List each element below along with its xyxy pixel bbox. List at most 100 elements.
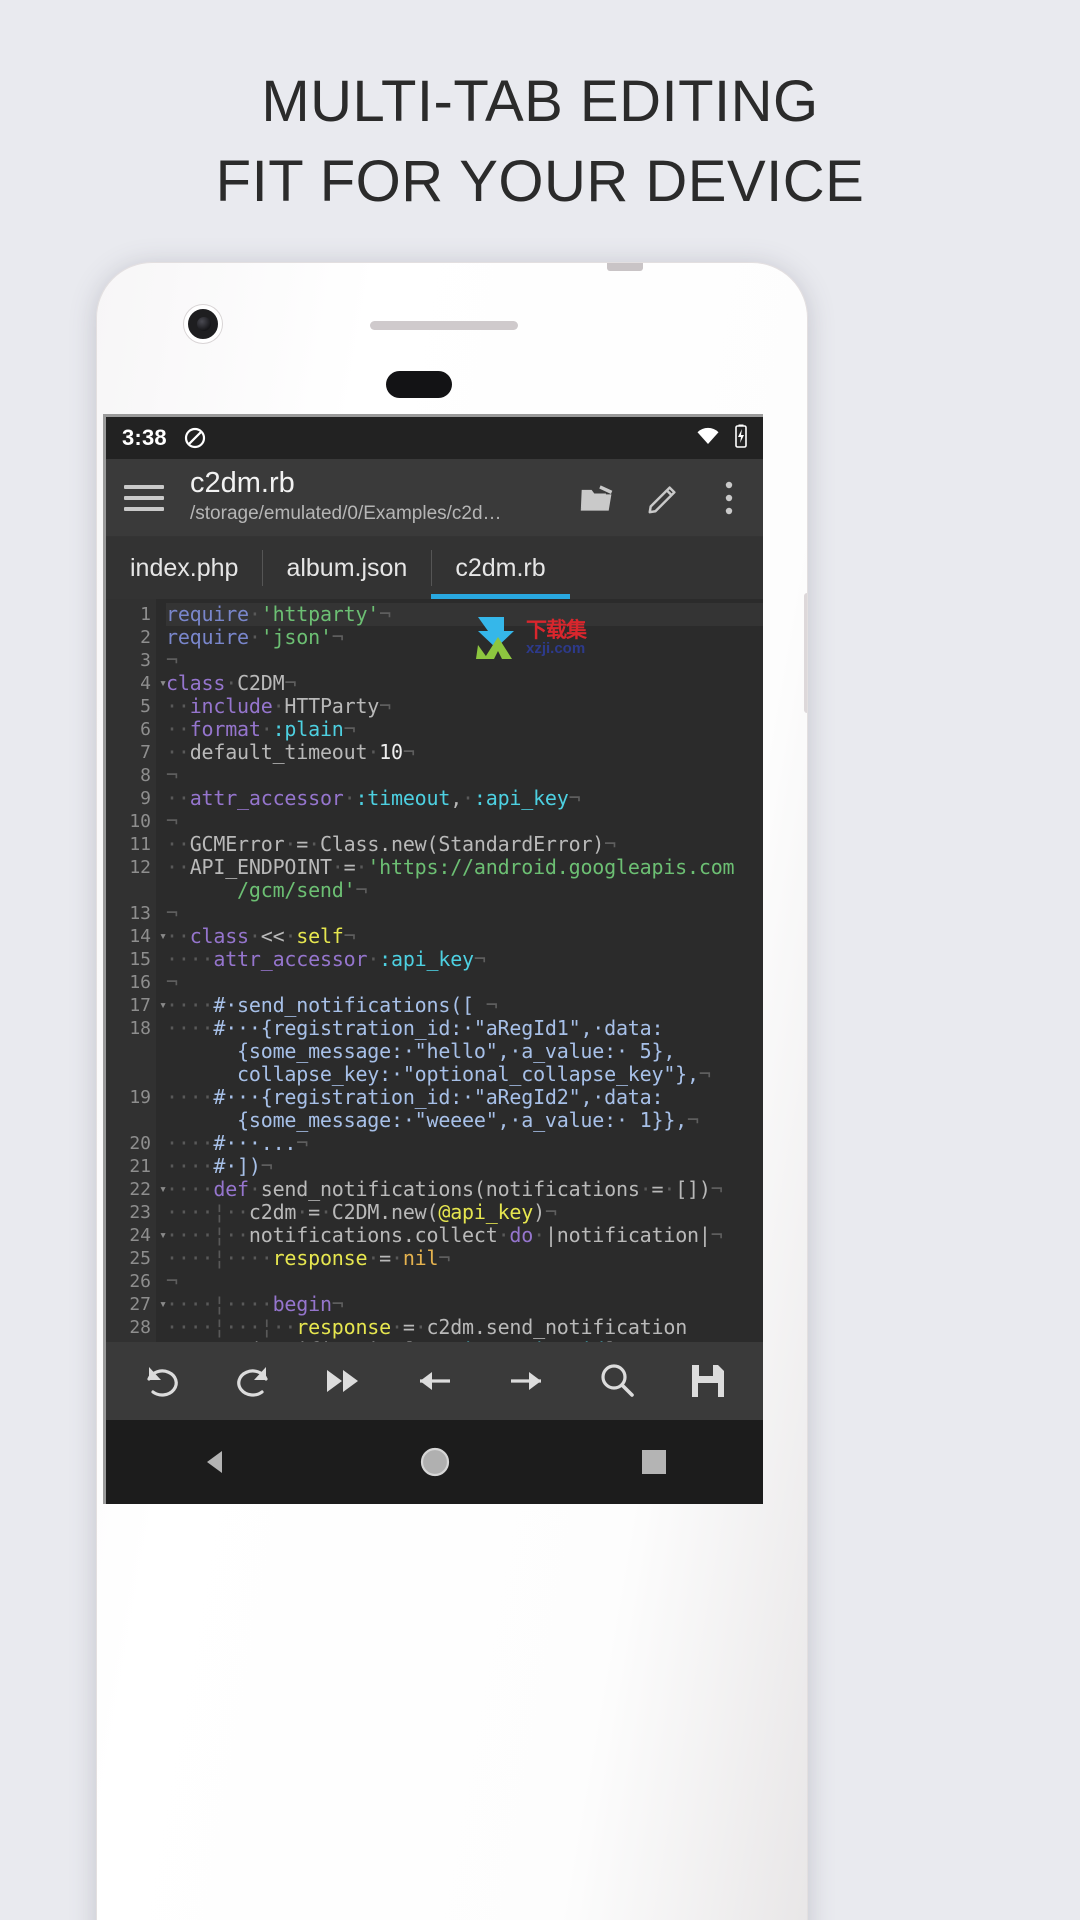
- code-line[interactable]: ····#·send_notifications([ ¬: [166, 994, 763, 1017]
- code-line[interactable]: (notification[:registration_id],·: [166, 1338, 763, 1343]
- back-icon[interactable]: [184, 1430, 248, 1494]
- code-line[interactable]: ¬: [166, 902, 763, 925]
- code-token: ····: [166, 1016, 214, 1040]
- code-token: collapse_key:·"optional_collapse_key"},: [166, 1062, 699, 1086]
- code-editor[interactable]: 1234567891011121314151617181920212223242…: [106, 599, 763, 1342]
- code-token: :api_key: [379, 947, 474, 971]
- code-token: ·: [272, 694, 285, 718]
- save-icon[interactable]: [681, 1354, 735, 1408]
- code-line[interactable]: ··class·<<·self¬: [166, 925, 763, 948]
- line-number: 11: [129, 834, 151, 855]
- line-number: [106, 1040, 156, 1063]
- hamburger-menu-icon[interactable]: [124, 484, 164, 511]
- code-line[interactable]: ¬: [166, 810, 763, 833]
- code-line[interactable]: ····¦··notifications.collect·do·|notific…: [166, 1224, 763, 1247]
- code-token: c2dm.send_notification: [426, 1315, 688, 1339]
- code-line[interactable]: ····#·])¬: [166, 1155, 763, 1178]
- redo-icon[interactable]: [226, 1354, 280, 1408]
- code-token: ····: [166, 1177, 214, 1201]
- code-line[interactable]: ····¦··c2dm·=·C2DM.new(@api_key)¬: [166, 1201, 763, 1224]
- code-token: #···{registration_id:·"aRegId1",·data:: [213, 1016, 664, 1040]
- code-token: ····¦···¦··: [166, 1315, 297, 1339]
- phone-power-button: [607, 263, 643, 271]
- recents-icon[interactable]: [622, 1430, 686, 1494]
- code-token: ·: [225, 671, 238, 695]
- code-token: ],·: [604, 1338, 640, 1343]
- overflow-menu-icon[interactable]: [711, 480, 747, 516]
- code-token: #·]): [213, 1154, 261, 1178]
- code-token: ··: [166, 832, 190, 856]
- arrow-left-icon[interactable]: [408, 1354, 462, 1408]
- code-line[interactable]: ··include·HTTParty¬: [166, 695, 763, 718]
- folder-open-icon[interactable]: [579, 480, 615, 516]
- undo-icon[interactable]: [135, 1354, 189, 1408]
- code-line[interactable]: ··GCMError·=·Class.new(StandardError)¬: [166, 833, 763, 856]
- code-token: =: [651, 1177, 664, 1201]
- code-line[interactable]: /gcm/send'¬: [166, 879, 763, 902]
- code-line[interactable]: ····¦····response·=·nil¬: [166, 1247, 763, 1270]
- do-not-disturb-icon: [183, 426, 207, 450]
- code-line[interactable]: ····attr_accessor·:api_key¬: [166, 948, 763, 971]
- code-line[interactable]: ··attr_accessor·:timeout,·:api_key¬: [166, 787, 763, 810]
- code-line[interactable]: ····#···{registration_id:·"aRegId1",·dat…: [166, 1017, 763, 1040]
- code-token: ··: [166, 740, 190, 764]
- line-number: 2: [140, 627, 151, 648]
- arrow-right-icon[interactable]: [499, 1354, 553, 1408]
- code-line[interactable]: ····#···{registration_id:·"aRegId2",·dat…: [166, 1086, 763, 1109]
- code-token: ¬: [331, 1292, 344, 1316]
- search-icon[interactable]: [590, 1354, 644, 1408]
- edit-pencil-icon[interactable]: [645, 480, 681, 516]
- code-token: ·: [284, 832, 297, 856]
- file-path-label: /storage/emulated/0/Examples/c2d…: [190, 503, 502, 525]
- code-line[interactable]: ····¦····begin¬: [166, 1293, 763, 1316]
- code-token: ····: [166, 947, 214, 971]
- tab-label: index.php: [130, 553, 239, 582]
- code-line[interactable]: ¬: [166, 649, 763, 672]
- code-token: ¬: [687, 1108, 699, 1132]
- code-line[interactable]: ¬: [166, 764, 763, 787]
- code-line[interactable]: ··format·:plain¬: [166, 718, 763, 741]
- code-token: ·: [296, 1200, 309, 1224]
- code-token: ····¦··: [166, 1223, 249, 1247]
- code-token: ··: [166, 924, 190, 948]
- code-line[interactable]: ¬: [166, 1270, 763, 1293]
- home-button[interactable]: [386, 371, 452, 398]
- code-token: ¬: [568, 786, 581, 810]
- code-token: ¬: [284, 671, 297, 695]
- tab-album-json[interactable]: album.json: [262, 537, 431, 599]
- code-token: GCMError: [189, 832, 285, 856]
- code-token: ¬: [166, 809, 178, 833]
- status-clock: 3:38: [122, 425, 167, 450]
- code-line[interactable]: {some_message:·"hello",·a_value:· 5},: [166, 1040, 763, 1063]
- tab-c2dm-rb[interactable]: c2dm.rb: [431, 537, 570, 599]
- tab-index-php[interactable]: index.php: [106, 537, 262, 599]
- code-token: ····: [166, 993, 214, 1017]
- code-token: ··: [166, 786, 190, 810]
- code-token: ····¦····: [166, 1292, 273, 1316]
- code-line[interactable]: ··API_ENDPOINT·=·'https://android.google…: [166, 856, 763, 879]
- tab-label: c2dm.rb: [455, 553, 546, 582]
- code-token: ····: [166, 1131, 214, 1155]
- code-line[interactable]: class·C2DM¬: [166, 672, 763, 695]
- code-token: ·: [248, 924, 261, 948]
- code-content[interactable]: require·'httparty'¬ require·'json'¬ ¬ class…: [156, 599, 763, 1342]
- code-token: ····: [166, 1085, 214, 1109]
- code-token: (notification[: [166, 1338, 415, 1343]
- code-line[interactable]: ····¦···¦··response·=·c2dm.send_notifica…: [166, 1316, 763, 1339]
- code-token: 'https://android.googleapis.com: [367, 855, 735, 879]
- code-line[interactable]: collapse_key:·"optional_collapse_key"},¬: [166, 1063, 763, 1086]
- code-line[interactable]: {some_message:·"weeee",·a_value:· 1}},¬: [166, 1109, 763, 1132]
- home-icon[interactable]: [403, 1430, 467, 1494]
- code-line[interactable]: require·'httparty'¬: [166, 603, 763, 626]
- code-token: ¬: [379, 602, 391, 626]
- code-token: ¬: [166, 648, 178, 672]
- code-line[interactable]: require·'json'¬: [166, 626, 763, 649]
- code-token: attr_accessor: [189, 786, 344, 810]
- code-token: require: [166, 602, 249, 626]
- code-line[interactable]: ····def·send_notifications(notifications…: [166, 1178, 763, 1201]
- fast-forward-icon[interactable]: [317, 1354, 371, 1408]
- code-line[interactable]: ····#···...¬: [166, 1132, 763, 1155]
- line-number: [106, 1109, 156, 1132]
- code-line[interactable]: ¬: [166, 971, 763, 994]
- code-line[interactable]: ··default_timeout·10¬: [166, 741, 763, 764]
